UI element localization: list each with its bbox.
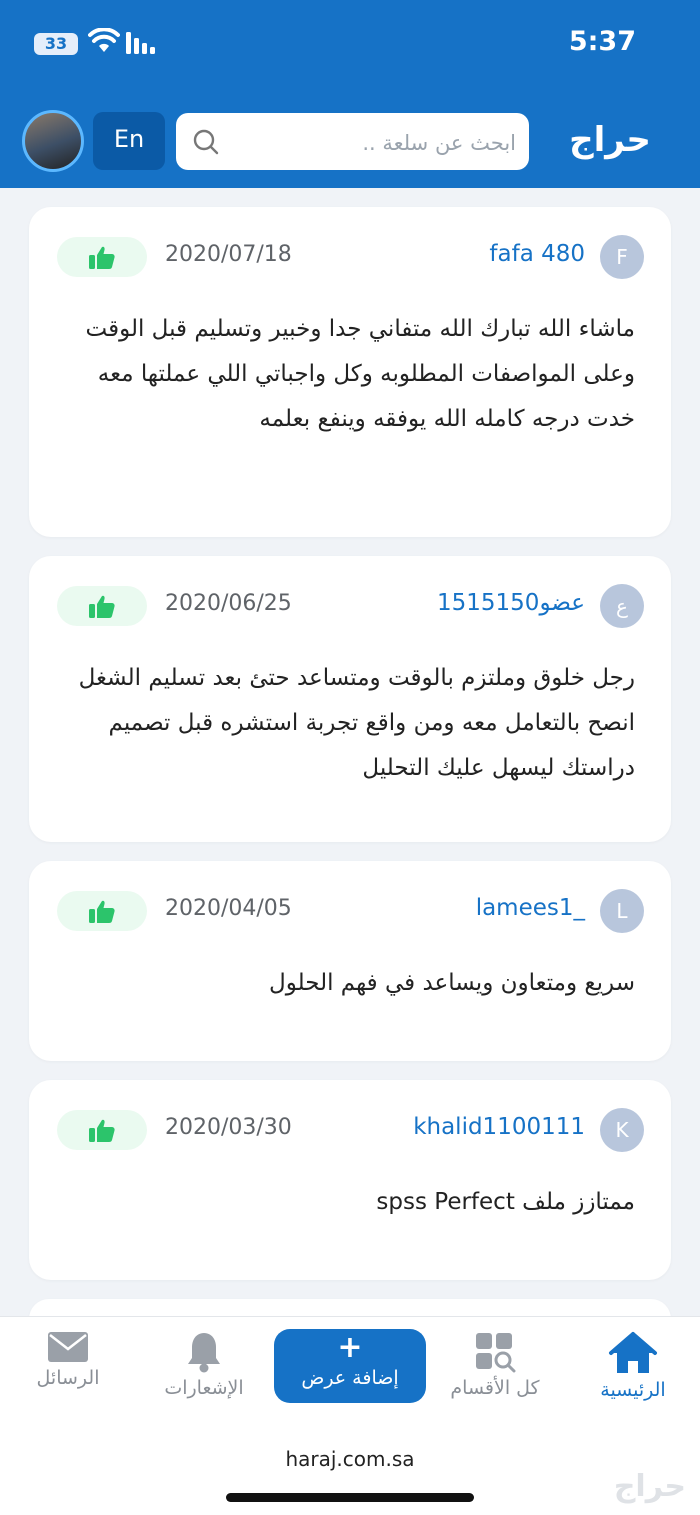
review-text: ممتازز ملف spss Perfect: [376, 1189, 635, 1215]
positive-rating-badge: [57, 586, 147, 626]
search-input[interactable]: [224, 113, 518, 172]
mail-icon: [48, 1332, 88, 1362]
positive-rating-badge: [57, 237, 147, 277]
review-card: ع عضو1515150 2020/06/25 رجل خلوق وملتزم …: [29, 556, 671, 842]
nav-messages-label: الرسائل: [36, 1367, 100, 1389]
haraj-logo[interactable]: حراج: [548, 120, 672, 160]
review-date: 2020/07/18: [165, 242, 292, 267]
reviewer-name[interactable]: khalid1100111: [413, 1114, 585, 1140]
review-card: F fafa 480 2020/07/18 ماشاء الله تبارك ا…: [29, 207, 671, 537]
bottom-navigation: الرئيسية كل الأقسام + إضافة عرض الإشعارا…: [0, 1316, 700, 1423]
categories-icon: [476, 1333, 516, 1373]
battery-indicator: 33: [34, 33, 78, 55]
app-header: 33 5:37 En حراج: [0, 0, 700, 188]
home-icon: [609, 1332, 657, 1373]
positive-rating-badge: [57, 1110, 147, 1150]
review-date: 2020/06/25: [165, 591, 292, 616]
language-button[interactable]: En: [93, 112, 165, 170]
wifi-icon: [88, 28, 120, 52]
signal-icon: [126, 32, 155, 54]
review-text: ماشاء الله تبارك الله متفاني جدا وخبير و…: [85, 316, 635, 432]
review-date: 2020/04/05: [165, 896, 292, 921]
reviewer-avatar[interactable]: L: [600, 889, 644, 933]
reviewer-name[interactable]: fafa 480: [489, 241, 585, 267]
positive-rating-badge: [57, 891, 147, 931]
reviewer-name[interactable]: عضو1515150: [437, 590, 585, 616]
browser-footer: haraj.com.sa حراج: [0, 1423, 700, 1515]
site-url[interactable]: haraj.com.sa: [0, 1447, 700, 1471]
nav-home[interactable]: الرئيسية: [580, 1317, 686, 1423]
profile-avatar[interactable]: [22, 110, 84, 172]
thumbs-up-icon: [89, 246, 115, 269]
search-bar[interactable]: [176, 113, 529, 172]
nav-notifications-label: الإشعارات: [164, 1377, 244, 1399]
add-offer-label: إضافة عرض: [301, 1367, 399, 1389]
thumbs-up-icon: [89, 1119, 115, 1142]
reviewer-avatar[interactable]: F: [600, 235, 644, 279]
review-text: رجل خلوق وملتزم بالوقت ومتساعد حتئ بعد ت…: [78, 665, 635, 781]
watermark-logo: حراج: [613, 1469, 687, 1504]
nav-messages[interactable]: الرسائل: [22, 1317, 114, 1423]
reviewer-name[interactable]: lamees1_: [476, 895, 585, 921]
review-date: 2020/03/30: [165, 1115, 292, 1140]
review-text: سريع ومتعاون ويساعد في فهم الحلول: [269, 970, 635, 996]
home-indicator[interactable]: [226, 1493, 474, 1502]
nav-notifications[interactable]: الإشعارات: [154, 1317, 254, 1423]
reviewer-avatar[interactable]: ع: [600, 584, 644, 628]
thumbs-up-icon: [89, 900, 115, 923]
plus-icon: +: [337, 1330, 363, 1365]
review-card: K khalid1100111 2020/03/30 ممتازز ملف sp…: [29, 1080, 671, 1280]
add-offer-button[interactable]: + إضافة عرض: [274, 1329, 426, 1403]
reviewer-avatar[interactable]: K: [600, 1108, 644, 1152]
review-card: L lamees1_ 2020/04/05 سريع ومتعاون ويساع…: [29, 861, 671, 1061]
nav-categories-label: كل الأقسام: [450, 1377, 540, 1399]
nav-categories[interactable]: كل الأقسام: [440, 1317, 550, 1423]
search-icon: [193, 129, 219, 155]
thumbs-up-icon: [89, 595, 115, 618]
nav-home-label: الرئيسية: [600, 1379, 666, 1401]
bell-icon: [188, 1333, 220, 1373]
status-time: 5:37: [568, 26, 636, 57]
